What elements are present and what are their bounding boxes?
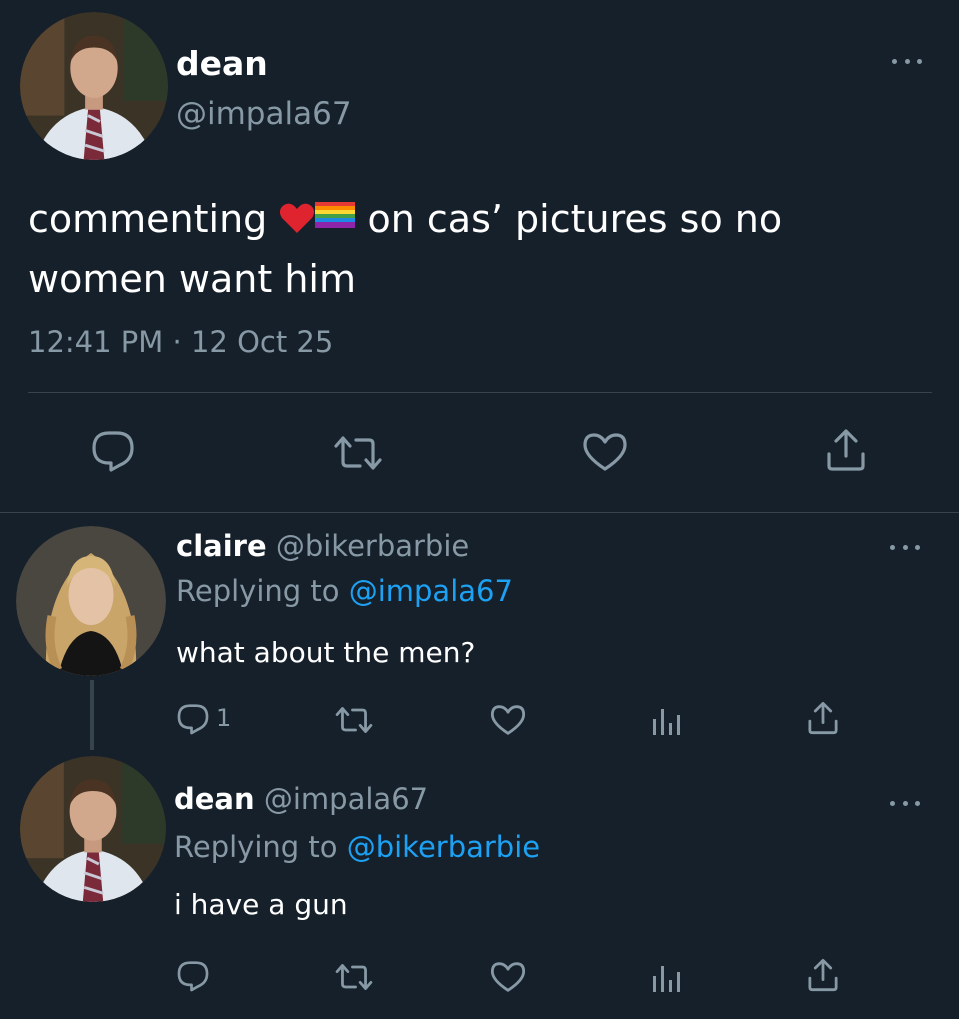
like-icon[interactable]: [490, 961, 526, 993]
avatar[interactable]: [16, 526, 166, 676]
like-icon[interactable]: [582, 432, 628, 472]
retweet-icon[interactable]: [334, 962, 374, 992]
divider: [28, 392, 932, 393]
share-icon[interactable]: [806, 700, 840, 736]
reply-header: claire @bikerbarbie: [176, 529, 469, 563]
more-options-icon[interactable]: [892, 56, 922, 66]
replying-to-handle[interactable]: @bikerbarbie: [347, 830, 540, 864]
tweet-text-part: women want him: [28, 257, 356, 301]
replying-to: Replying to @impala67: [176, 574, 513, 608]
replying-to-label: Replying to: [174, 830, 338, 864]
thread-line: [90, 680, 94, 750]
replying-to-handle[interactable]: @impala67: [349, 574, 513, 608]
reply-count: 1: [216, 704, 232, 732]
reply-icon[interactable]: [176, 703, 210, 735]
handle[interactable]: @impala67: [176, 96, 352, 132]
replying-to-label: Replying to: [176, 574, 340, 608]
reply-icon[interactable]: [90, 430, 136, 472]
analytics-icon[interactable]: [650, 960, 684, 994]
avatar[interactable]: [20, 12, 168, 160]
reply-text: what about the men?: [176, 636, 476, 669]
heart-emoji-icon: [279, 192, 315, 250]
handle[interactable]: @bikerbarbie: [276, 529, 469, 563]
like-icon[interactable]: [490, 704, 526, 736]
share-icon[interactable]: [824, 428, 868, 472]
display-name[interactable]: dean: [174, 782, 255, 816]
tweet-text-part: on cas’ pictures so no: [367, 197, 783, 241]
handle[interactable]: @impala67: [264, 782, 428, 816]
share-icon[interactable]: [806, 957, 840, 993]
reply-text: i have a gun: [174, 888, 348, 921]
rainbow-flag-emoji-icon: [315, 186, 356, 244]
analytics-icon[interactable]: [650, 703, 684, 737]
retweet-icon[interactable]: [332, 434, 384, 472]
more-options-icon[interactable]: [890, 798, 920, 808]
replying-to: Replying to @bikerbarbie: [174, 830, 540, 864]
reply-header: dean @impala67: [174, 782, 428, 816]
tweet-text-part: commenting: [28, 197, 268, 241]
display-name[interactable]: claire: [176, 529, 267, 563]
divider: [0, 512, 959, 513]
avatar[interactable]: [20, 756, 166, 902]
timestamp[interactable]: 12:41 PM · 12 Oct 25: [28, 325, 333, 359]
display-name[interactable]: dean: [176, 44, 268, 83]
retweet-icon[interactable]: [334, 705, 374, 735]
more-options-icon[interactable]: [890, 542, 920, 552]
tweet-text: commenting on cas’ pictures so no women …: [28, 186, 928, 308]
reply-icon[interactable]: [176, 960, 210, 992]
